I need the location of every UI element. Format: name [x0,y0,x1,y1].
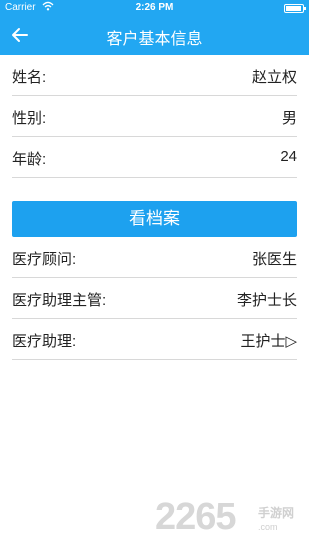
name-label: 姓名: [12,69,47,86]
medical-assistant-value: 王护士▷ [240,333,297,350]
battery-icon [284,4,306,13]
age-value: 24 [280,148,297,165]
status-time: 2:26 PM [135,2,174,13]
medical-assistant-label: 医疗助理: [12,333,77,350]
gender-label: 性别: [12,110,47,127]
medical-staff-list: 医疗顾问: 张医生 医疗助理主管: 李护士长 医疗助理: 王护士▷ [12,237,297,360]
page-title: 客户基本信息 [106,31,203,48]
medical-assistant-row[interactable]: 医疗助理: 王护士▷ [12,319,297,360]
basic-info-list: 姓名: 赵立权 性别: 男 年龄: 24 [12,55,297,178]
assistant-supervisor-row: 医疗助理主管: 李护士长 [12,278,297,319]
medical-consultant-label: 医疗顾问: [12,251,77,268]
watermark-url: .com [258,522,278,532]
watermark-tag: 手游网 [258,506,295,520]
medical-consultant-value: 张医生 [251,251,297,268]
assistant-supervisor-label: 医疗助理主管: [12,292,107,309]
medical-consultant-row: 医疗顾问: 张医生 [12,237,297,278]
gender-row: 性别: 男 [12,96,297,137]
name-row: 姓名: 赵立权 [12,55,297,96]
gender-value: 男 [281,110,297,127]
status-bar: Carrier 2:26 PM [0,0,309,16]
nav-bar: 客户基本信息 [0,16,309,55]
age-row: 年龄: 24 [12,137,297,178]
name-value: 赵立权 [251,69,297,86]
header: Carrier 2:26 PM 客户基本信息 [0,0,309,55]
view-archive-button[interactable]: 看档案 [12,201,297,237]
watermark-logo: 2265 手游网 .com [155,496,305,546]
watermark-number: 2265 [155,496,237,538]
assistant-supervisor-value: 李护士长 [236,292,297,309]
age-label: 年龄: [12,151,47,168]
